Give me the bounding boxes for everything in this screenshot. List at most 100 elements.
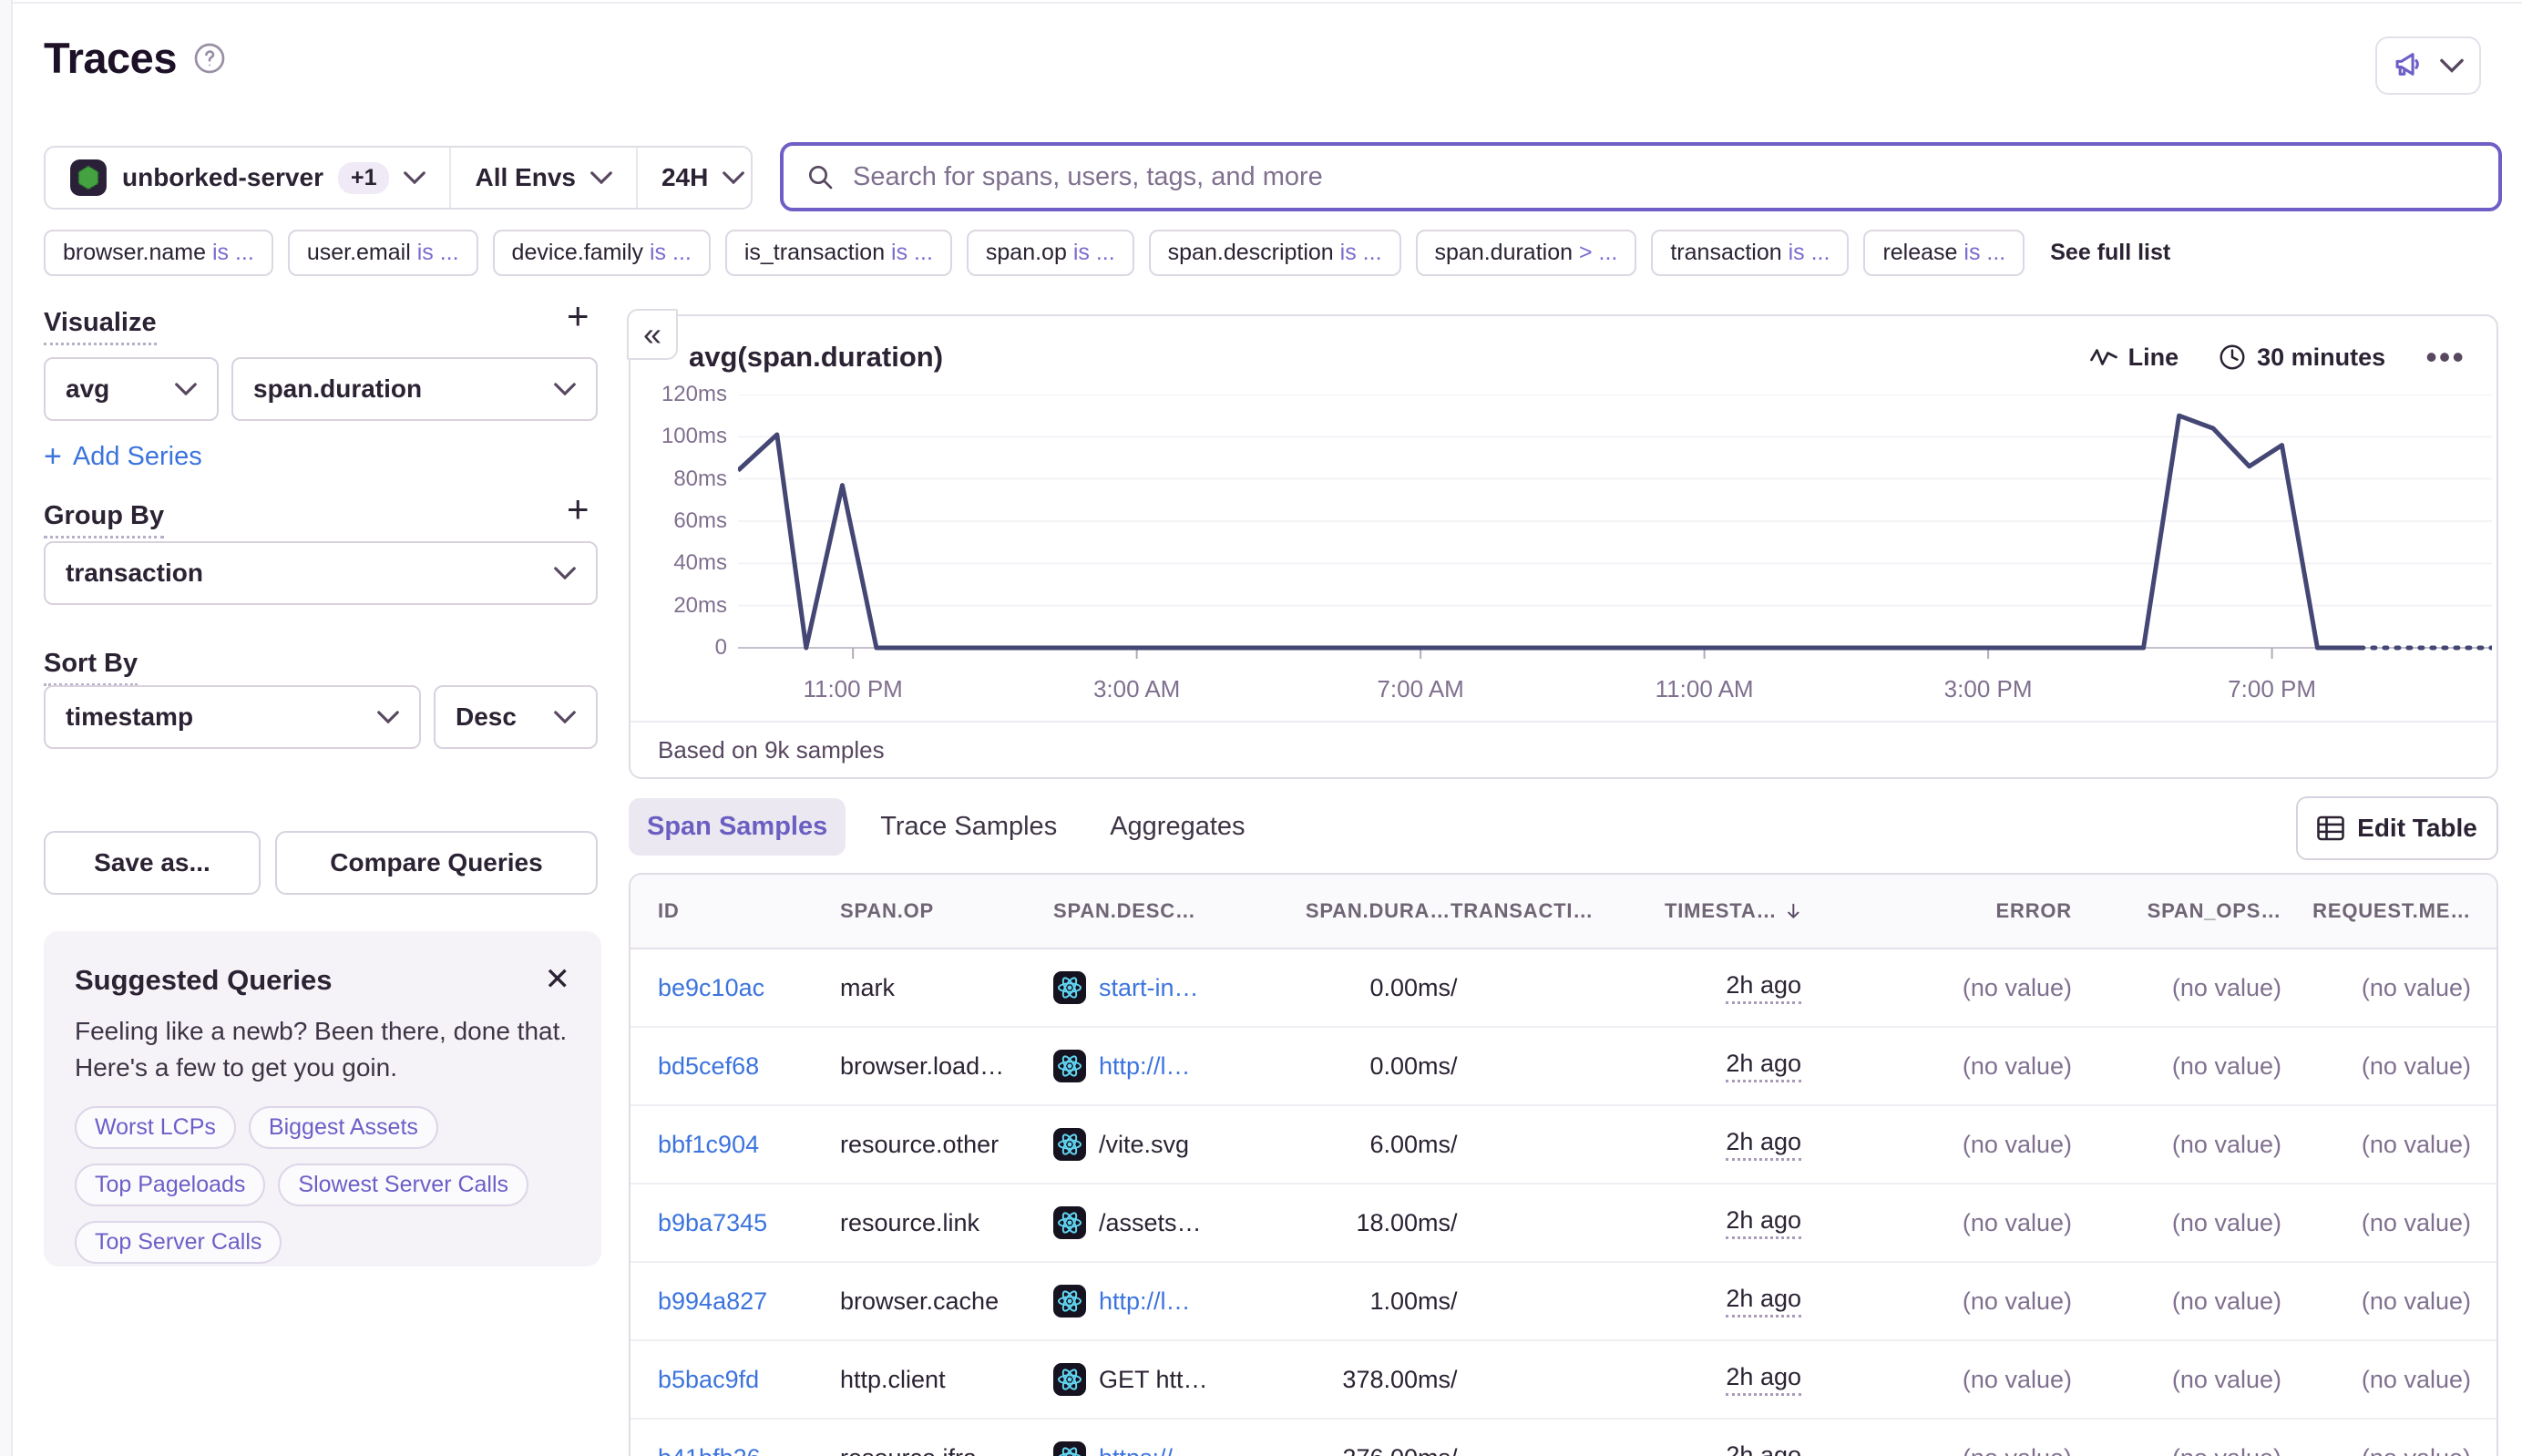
chart-series-line [738,415,2361,648]
cell-span_duration: 0.00ms [1268,1052,1451,1081]
cell-value: (no value) [2172,1209,2281,1237]
group-by-heading-row: Group By [44,501,164,538]
aggregate-select[interactable]: avg [44,357,219,421]
suggested-query-pill[interactable]: Slowest Server Calls [278,1164,528,1206]
column-header-span_duration[interactable]: SPAN.DURA… [1268,899,1451,923]
save-as-button[interactable]: Save as... [44,831,261,895]
suggested-query-pill[interactable]: Top Pageloads [75,1164,265,1206]
time-range-label: 24H [661,163,708,192]
chip-operator: is ... [417,240,459,265]
span-description-link[interactable]: https://… [1099,1444,1197,1456]
column-header-span_op[interactable]: SPAN.OP [840,899,1053,923]
span-description-link[interactable]: http://l… [1099,1052,1191,1081]
span-description-link[interactable]: start-in… [1099,974,1199,1002]
add-visualize-button[interactable]: + [567,297,589,335]
chip-operator: is ... [1963,240,2005,265]
search-bar[interactable] [780,142,2502,211]
span-id-link[interactable]: b994a827 [658,1287,767,1316]
filter-chip-device.family[interactable]: device.family is ... [493,230,711,276]
filter-chip-span.description[interactable]: span.description is ... [1149,230,1401,276]
filter-chip-span.op[interactable]: span.op is ... [967,230,1134,276]
cell-value: browser.cache [840,1287,999,1316]
chip-operator: is ... [891,240,933,265]
filter-chip-release[interactable]: release is ... [1863,230,2025,276]
chevron-down-icon [554,711,576,723]
span-id-link[interactable]: b9ba7345 [658,1209,767,1237]
overflow-icon[interactable]: ••• [2425,338,2466,376]
feedback-button[interactable] [2375,36,2481,95]
sort-direction-select[interactable]: Desc [434,685,598,749]
filter-chip-browser.name[interactable]: browser.name is ... [44,230,273,276]
cell-transaction: / [1451,1052,1665,1081]
column-header-timestamp[interactable]: TIMESTA… [1665,899,1801,923]
time-range-selector[interactable]: 24H [636,148,768,208]
column-header-label: TIMESTA… [1665,899,1777,923]
cell-span_ops: (no value) [2072,1052,2281,1081]
filter-chip-is_transaction[interactable]: is_transaction is ... [725,230,952,276]
cell-error: (no value) [1801,1131,2072,1159]
suggested-query-pill[interactable]: Biggest Assets [249,1106,438,1149]
add-series-label: Add Series [73,442,202,472]
cell-span_op: mark [840,974,1053,1002]
span-description-link[interactable]: http://l… [1099,1287,1191,1316]
collapse-icon[interactable]: « [627,309,678,360]
interval-control[interactable]: 30 minutes [2219,343,2385,372]
close-icon[interactable]: ✕ [545,964,571,995]
environment-selector[interactable]: All Envs [449,148,635,208]
filter-chip-user.email[interactable]: user.email is ... [288,230,478,276]
cell-transaction: / [1451,1209,1665,1237]
react-icon [1053,1050,1086,1082]
suggested-query-pill[interactable]: Top Server Calls [75,1221,282,1264]
field-select[interactable]: span.duration [231,357,598,421]
cell-span_op: resource.other [840,1131,1053,1159]
sort-field-select[interactable]: timestamp [44,685,421,749]
suggested-queries-pills: Worst LCPs Biggest Assets Top Pageloads Slo… [75,1106,570,1264]
cell-span_duration: 378.00ms [1268,1366,1451,1394]
top-divider [13,2,2522,4]
column-header-transaction[interactable]: TRANSACTI… [1451,899,1665,923]
project-selector[interactable]: unborked-server +1 [46,148,449,208]
column-header-span_desc[interactable]: SPAN.DESC… [1053,899,1268,923]
column-header-error[interactable]: ERROR [1801,899,2072,923]
span-id-link[interactable]: b5bac9fd [658,1366,759,1394]
column-header-span_ops[interactable]: SPAN_OPS… [2072,899,2281,923]
chart-sample-note: Based on 9k samples [658,736,885,764]
cell-value: (no value) [2172,1131,2281,1159]
table-icon [2317,815,2344,841]
cell-span_desc: /assets… [1053,1206,1268,1239]
group-by-heading: Group By [44,501,164,538]
span-id-link[interactable]: bd5cef68 [658,1052,759,1081]
chart-type-control[interactable]: Line [2090,343,2179,372]
see-full-list-button[interactable]: See full list [2039,231,2181,274]
span-id-link[interactable]: be9c10ac [658,974,764,1002]
tab-span-samples[interactable]: Span Samples [629,798,846,856]
add-series-button[interactable]: + Add Series [44,439,202,475]
cell-transaction: / [1451,974,1665,1002]
filter-chip-transaction[interactable]: transaction is ... [1651,230,1849,276]
chip-field: transaction [1670,240,1788,265]
column-header-request_method[interactable]: REQUEST.ME… [2281,899,2471,923]
filter-chip-span.duration[interactable]: span.duration > ... [1416,230,1637,276]
compare-queries-button[interactable]: Compare Queries [275,831,598,895]
tab-trace-samples[interactable]: Trace Samples [862,798,1075,856]
chart-plot-area[interactable] [738,395,2492,661]
cell-value: 0.00ms [1369,1052,1451,1081]
react-icon [1053,971,1086,1004]
span-id-link[interactable]: b41bfb26 [658,1444,761,1456]
column-header-id[interactable]: ID [658,899,840,923]
suggested-query-pill[interactable]: Worst LCPs [75,1106,236,1149]
cell-span_ops: (no value) [2072,1287,2281,1316]
add-group-by-button[interactable]: + [567,490,589,528]
help-icon[interactable] [193,42,226,75]
cell-request_method: (no value) [2281,1444,2471,1456]
react-icon [1053,1128,1086,1161]
chevron-down-icon [377,711,399,723]
span-id-link[interactable]: bbf1c904 [658,1131,759,1159]
cell-span_duration: 1.00ms [1268,1287,1451,1316]
group-by-select[interactable]: transaction [44,541,598,605]
tab-aggregates[interactable]: Aggregates [1092,798,1263,856]
cell-span_ops: (no value) [2072,1444,2281,1456]
edit-table-button[interactable]: Edit Table [2296,796,2498,860]
search-input[interactable] [851,161,2476,193]
cell-timestamp: 2h ago [1665,1128,1801,1161]
